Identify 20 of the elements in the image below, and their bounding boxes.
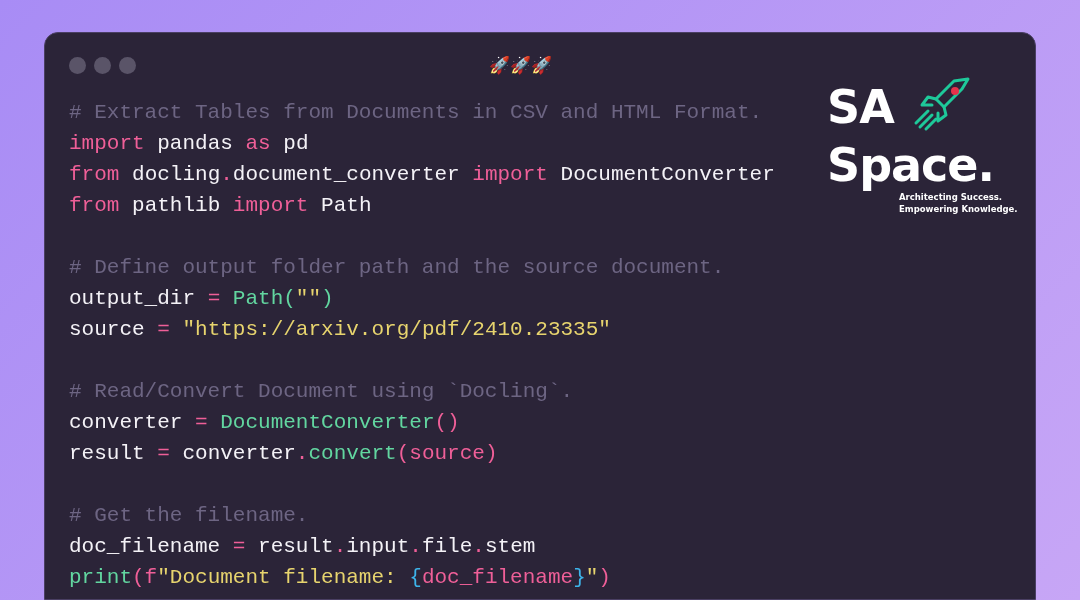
- logo-tagline: Architecting Success.: [899, 192, 1003, 202]
- code-line: result = converter.convert(source): [69, 442, 498, 465]
- window-dot: [94, 56, 111, 74]
- code-line: # Extract Tables from Documents in CSV and HTML Format.: [69, 101, 763, 124]
- code-line: # Get the filename.: [69, 504, 309, 527]
- code-line: print(f"Document filename: {doc_filename}"): [69, 566, 611, 589]
- code-line: from docling.document_converter import DocumentConverter: [69, 163, 775, 186]
- code-line: # Define output folder path and the source document.: [69, 256, 725, 279]
- code-line: converter = DocumentConverter(): [69, 411, 460, 434]
- logo-tagline: Empowering Knowledge.: [899, 204, 1018, 214]
- code-line: from pathlib import Path: [69, 194, 372, 217]
- code-line: # Read/Convert Document using `Docling`.: [69, 380, 574, 403]
- code-line: source = "https://arxiv.org/pdf/2410.23335": [69, 318, 611, 341]
- code-line: output_dir = Path(""): [69, 287, 334, 310]
- window-dot: [69, 56, 86, 74]
- window-dot: [119, 56, 136, 74]
- code-line: import pandas as pd: [69, 132, 309, 155]
- code-line: doc_filename = result.input.file.stem: [69, 535, 536, 558]
- window-title: 🚀🚀🚀: [489, 55, 552, 75]
- logo-text: SA: [827, 81, 894, 133]
